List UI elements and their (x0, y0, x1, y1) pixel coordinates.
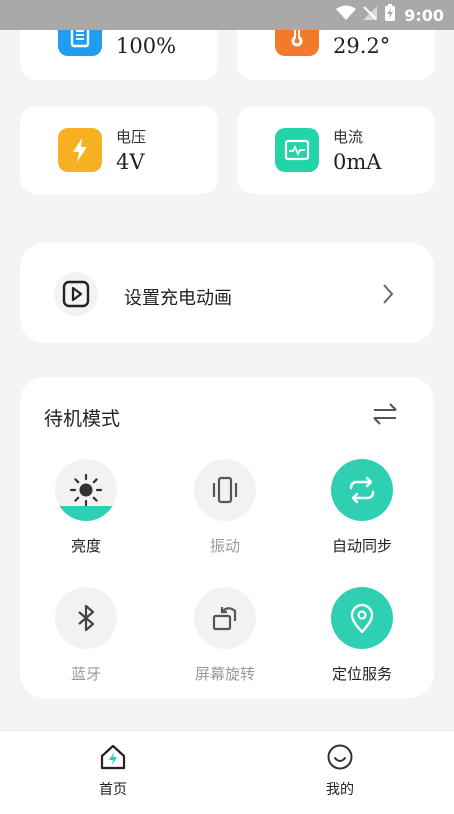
current-label: 电流 (333, 128, 364, 146)
toggle-auto-sync[interactable]: 自动同步 (302, 459, 422, 556)
temperature-value: 29.2° (333, 34, 391, 58)
nav-home-label: 首页 (99, 782, 127, 798)
auto-sync-label: 自动同步 (331, 537, 392, 555)
toggle-location[interactable]: 定位服务 (302, 587, 422, 684)
home-charge-icon (99, 744, 127, 775)
standby-mode-panel: 待机模式 亮度 振动 自动同步 蓝牙 屏幕旋转 定位服务 (20, 377, 434, 698)
vibrate-icon (194, 459, 256, 521)
bluetooth-label: 蓝牙 (70, 665, 101, 683)
voltage-label: 电压 (116, 128, 147, 146)
toggle-bluetooth[interactable]: 蓝牙 (26, 587, 146, 684)
pulse-icon (275, 128, 319, 172)
current-value: 0mA (333, 150, 382, 174)
screen-rotation-label: 屏幕旋转 (194, 665, 255, 683)
nav-home[interactable]: 首页 (73, 743, 153, 799)
wifi-icon (336, 5, 357, 25)
status-bar: 9:00 (0, 0, 454, 30)
charging-animation-label: 设置充电动画 (124, 288, 232, 309)
vibration-label: 振动 (209, 537, 240, 555)
swap-icon[interactable] (372, 402, 398, 430)
charging-animation-row[interactable]: 设置充电动画 (20, 243, 434, 343)
toggle-brightness[interactable]: 亮度 (26, 459, 146, 556)
battery-charging-icon (384, 4, 396, 26)
bottom-nav: 首页 我的 (0, 730, 454, 814)
brightness-icon (55, 459, 117, 521)
toggle-vibration[interactable]: 振动 (165, 459, 285, 556)
play-icon (54, 272, 98, 316)
status-time: 9:00 (404, 5, 444, 25)
location-icon (331, 587, 393, 649)
sync-icon (331, 459, 393, 521)
voltage-value: 4V (116, 150, 145, 174)
nav-profile-label: 我的 (326, 782, 354, 798)
chevron-right-icon (382, 283, 394, 309)
voltage-card: 电压 4V (20, 106, 218, 194)
battery-value: 100% (116, 34, 177, 58)
rotate-screen-icon (194, 587, 256, 649)
current-card: 电流 0mA (237, 106, 435, 194)
standby-title: 待机模式 (44, 408, 121, 430)
nav-profile[interactable]: 我的 (300, 743, 380, 799)
brightness-level-fill (55, 505, 117, 521)
brightness-label: 亮度 (70, 537, 101, 555)
signal-off-icon (362, 5, 378, 25)
location-label: 定位服务 (331, 665, 392, 683)
bluetooth-icon (55, 587, 117, 649)
toggle-screen-rotation[interactable]: 屏幕旋转 (165, 587, 285, 684)
smile-icon (326, 744, 354, 775)
lightning-icon (58, 128, 102, 172)
